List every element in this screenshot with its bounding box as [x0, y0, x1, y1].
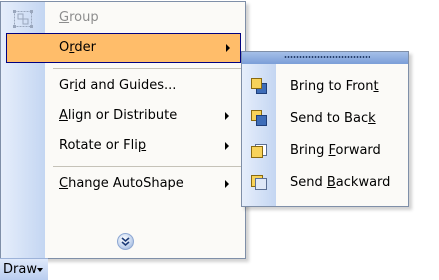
submenu-item-bring-to-front[interactable]: Bring to Front — [242, 70, 408, 102]
draw-button-label: Draw — [3, 262, 37, 277]
send-to-back-icon — [251, 110, 267, 126]
menu-item-grid-and-guides[interactable]: Grid and Guides... — [1, 71, 245, 101]
menu-item-label: Align or Distribute — [59, 108, 178, 123]
group-icon — [13, 10, 33, 28]
draw-menu-button[interactable]: Draw — [0, 258, 48, 280]
chevron-glyph — [121, 237, 130, 246]
menu-separator — [53, 166, 241, 167]
screen: Group Order Grid and Guides... Align or … — [0, 0, 439, 280]
menu-item-label: Rotate or Flip — [59, 138, 147, 153]
submenu-item-label: Bring Forward — [290, 143, 381, 158]
menu-item-label: Change AutoShape — [59, 176, 184, 191]
drag-grip-dots — [284, 56, 370, 58]
submenu-item-label: Send to Back — [290, 111, 376, 126]
submenu-arrow-icon — [225, 112, 229, 120]
send-backward-icon — [251, 175, 267, 190]
menu-item-rotate-or-flip[interactable]: Rotate or Flip — [1, 131, 245, 161]
submenu-item-label: Send Backward — [290, 175, 391, 190]
submenu-arrow-icon — [226, 44, 230, 52]
dropdown-arrow-icon — [37, 268, 43, 272]
submenu-arrow-icon — [225, 180, 229, 188]
menu-item-change-autoshape[interactable]: Change AutoShape — [1, 169, 245, 199]
menu-separator — [53, 68, 241, 69]
submenu-item-send-backward[interactable]: Send Backward — [242, 166, 408, 198]
bring-forward-icon — [251, 144, 267, 158]
drawing-toolbar — [48, 266, 439, 280]
submenu-item-label: Bring to Front — [290, 79, 379, 94]
submenu-item-bring-forward[interactable]: Bring Forward — [242, 134, 408, 166]
menu-item-label: Group — [59, 10, 99, 25]
menu-item-label: Grid and Guides... — [59, 78, 177, 93]
order-submenu: Bring to Front Send to Back Bring Forwar… — [241, 51, 409, 207]
submenu-arrow-icon — [225, 142, 229, 150]
menu-item-order[interactable]: Order — [6, 33, 241, 63]
submenu-drag-handle[interactable] — [242, 52, 408, 64]
menu-item-align-or-distribute[interactable]: Align or Distribute — [1, 101, 245, 131]
draw-menu: Group Order Grid and Guides... Align or … — [0, 1, 246, 259]
submenu-item-send-to-back[interactable]: Send to Back — [242, 102, 408, 134]
menu-item-group: Group — [1, 3, 245, 33]
menu-item-label: Order — [59, 40, 96, 55]
bring-to-front-icon — [251, 78, 267, 94]
double-chevron-down-icon[interactable] — [117, 233, 134, 250]
